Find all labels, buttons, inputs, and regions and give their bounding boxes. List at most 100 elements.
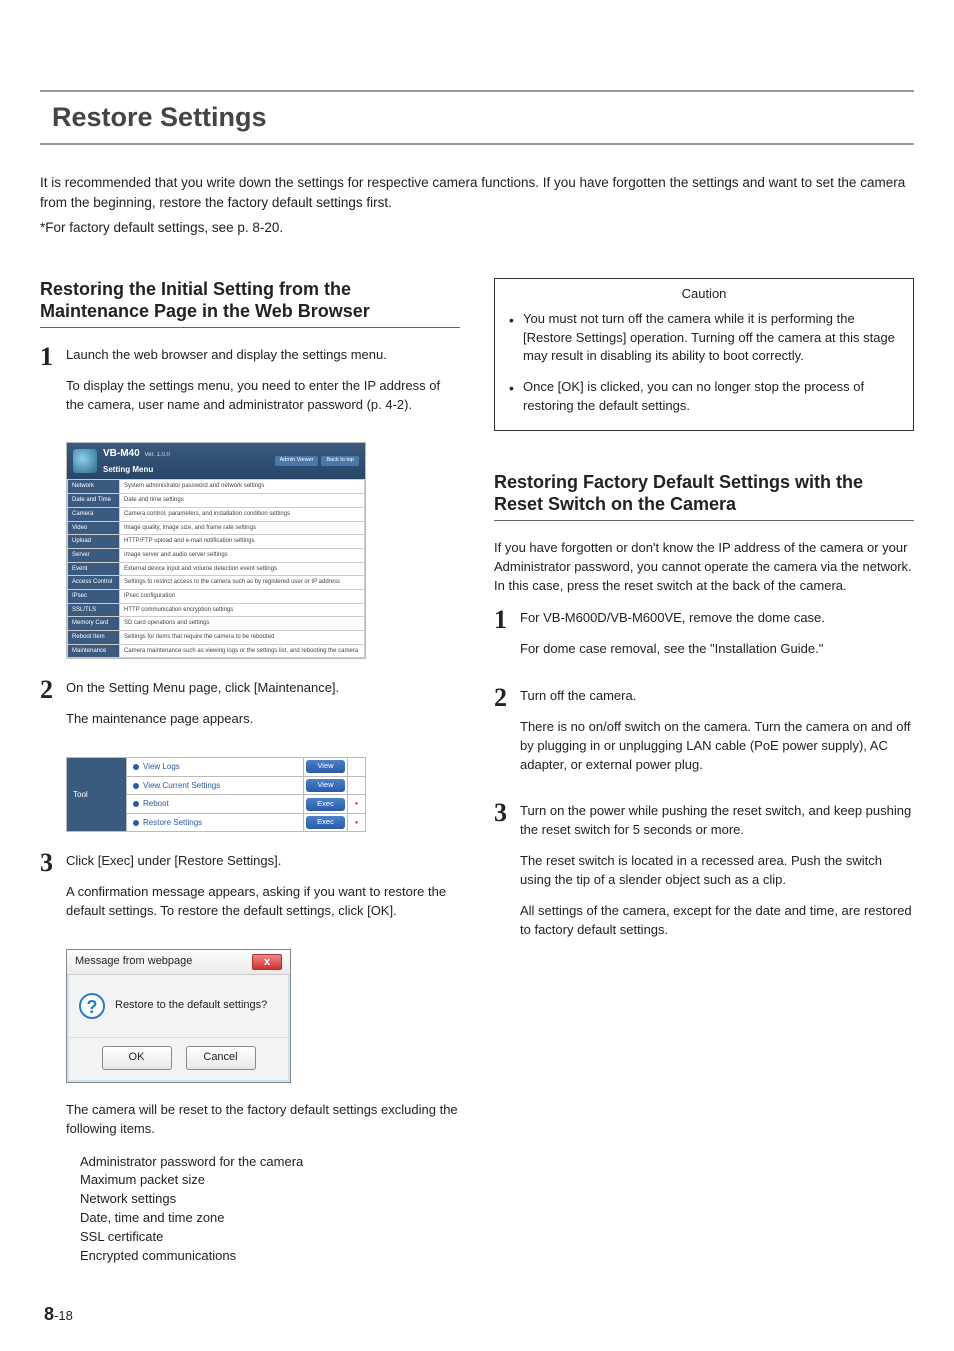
tool-row-indicator: • <box>348 795 366 814</box>
after-dialog-text: The camera will be reset to the factory … <box>66 1101 460 1139</box>
step-subtext: The maintenance page appears. <box>66 710 460 729</box>
page-title: Restore Settings <box>52 98 902 137</box>
menu-row-desc: Image quality, image size, and frame rat… <box>120 521 365 535</box>
menu-row-desc: Date and time settings <box>120 494 365 508</box>
tool-row-indicator <box>348 776 366 795</box>
caution-title: Caution <box>495 279 913 310</box>
step-number: 2 <box>494 685 520 711</box>
page-number: 8-18 <box>44 1301 73 1327</box>
header-button[interactable]: Admin Viewer <box>275 456 319 466</box>
menu-row-key[interactable]: Maintenance <box>68 644 120 658</box>
menu-row-desc: Image server and audio server settings <box>120 548 365 562</box>
menu-row-key[interactable]: Video <box>68 521 120 535</box>
right-column: Caution You must not turn off the camera… <box>494 278 914 1282</box>
step-number: 1 <box>494 607 520 633</box>
menu-row-key[interactable]: Memory Card <box>68 617 120 631</box>
menu-row-desc: Settings to restrict access to the camer… <box>120 576 365 590</box>
caution-item: Once [OK] is clicked, you can no longer … <box>523 378 899 416</box>
left-heading: Restoring the Initial Setting from the M… <box>40 278 460 328</box>
tool-row-indicator: • <box>348 813 366 832</box>
excluded-list: Administrator password for the cameraMax… <box>66 1153 460 1266</box>
tool-lead: Tool <box>67 758 127 832</box>
step-text: For VB-M600D/VB-M600VE, remove the dome … <box>520 609 914 628</box>
settings-menu-screenshot: VB-M40 Ver. 1.0.0 Setting Menu Admin Vie… <box>66 442 366 659</box>
menu-row-desc: SD card operations and settings <box>120 617 365 631</box>
right-intro: If you have forgotten or don't know the … <box>494 539 914 596</box>
menu-row-key[interactable]: Date and Time <box>68 494 120 508</box>
cancel-button[interactable]: Cancel <box>186 1046 256 1070</box>
close-icon[interactable]: x <box>252 954 282 970</box>
step-subtext: There is no on/off switch on the camera.… <box>520 718 914 775</box>
tool-row-name: Reboot <box>127 795 304 814</box>
menu-row-key[interactable]: Reboot Item <box>68 631 120 645</box>
menu-row-key[interactable]: Server <box>68 548 120 562</box>
step-number: 2 <box>40 677 66 703</box>
menu-row-desc: Settings for items that require the came… <box>120 631 365 645</box>
menu-row-key[interactable]: IPsec <box>68 589 120 603</box>
step-subtext: All settings of the camera, except for t… <box>520 902 914 940</box>
step-text: On the Setting Menu page, click [Mainten… <box>66 679 460 698</box>
tool-row-button[interactable]: Exec <box>304 795 348 814</box>
header-button[interactable]: Back to top <box>321 456 359 466</box>
tool-row-button[interactable]: Exec <box>304 813 348 832</box>
step-subtext: A confirmation message appears, asking i… <box>66 883 460 921</box>
list-item: SSL certificate <box>80 1228 460 1247</box>
left-step-2: 2 On the Setting Menu page, click [Maint… <box>40 679 460 741</box>
menu-row-key[interactable]: Access Control <box>68 576 120 590</box>
left-step-3: 3 Click [Exec] under [Restore Settings].… <box>40 852 460 933</box>
intro-text: It is recommended that you write down th… <box>40 173 914 212</box>
caution-item: You must not turn off the camera while i… <box>523 310 899 367</box>
dialog-message: Restore to the default settings? <box>115 998 267 1014</box>
menu-row-key[interactable]: Network <box>68 480 120 494</box>
tool-row-name: View Current Settings <box>127 776 304 795</box>
menu-row-key[interactable]: Upload <box>68 535 120 549</box>
step-text: Launch the web browser and display the s… <box>66 346 460 365</box>
intro-note: *For factory default settings, see p. 8-… <box>40 218 914 238</box>
ok-button[interactable]: OK <box>102 1046 172 1070</box>
dialog-title: Message from webpage <box>75 954 192 970</box>
page-title-bar: Restore Settings <box>40 90 914 145</box>
menu-row-desc: External device input and volume detecti… <box>120 562 365 576</box>
caution-list: You must not turn off the camera while i… <box>495 310 913 430</box>
model-label: VB-M40 <box>103 448 140 459</box>
tool-row-indicator <box>348 758 366 777</box>
menu-row-desc: HTTP/FTP upload and e-mail notification … <box>120 535 365 549</box>
confirm-dialog: Message from webpage x ? Restore to the … <box>66 949 291 1083</box>
right-heading: Restoring Factory Default Settings with … <box>494 471 914 521</box>
settings-menu-table: NetworkSystem administrator password and… <box>67 479 365 658</box>
menu-row-desc: Camera maintenance such as viewing logs … <box>120 644 365 658</box>
step-text: Turn off the camera. <box>520 687 914 706</box>
step-number: 1 <box>40 344 66 370</box>
caution-box: Caution You must not turn off the camera… <box>494 278 914 431</box>
list-item: Administrator password for the camera <box>80 1153 460 1172</box>
step-subtext: For dome case removal, see the "Installa… <box>520 640 914 659</box>
question-icon: ? <box>79 993 105 1019</box>
camera-icon <box>73 449 97 473</box>
menu-row-desc: IPsec configuration <box>120 589 365 603</box>
menu-row-desc: System administrator password and networ… <box>120 480 365 494</box>
menu-row-desc: HTTP communication encryption settings <box>120 603 365 617</box>
menu-row-key[interactable]: Camera <box>68 507 120 521</box>
menu-row-key[interactable]: SSL/TLS <box>68 603 120 617</box>
list-item: Maximum packet size <box>80 1171 460 1190</box>
left-step-1: 1 Launch the web browser and display the… <box>40 346 460 427</box>
list-item: Network settings <box>80 1190 460 1209</box>
version-label: Ver. 1.0.0 <box>145 452 170 458</box>
tool-row-name: Restore Settings <box>127 813 304 832</box>
list-item: Encrypted communications <box>80 1247 460 1266</box>
left-column: Restoring the Initial Setting from the M… <box>40 278 460 1282</box>
step-number: 3 <box>40 850 66 876</box>
step-subtext: The reset switch is located in a recesse… <box>520 852 914 890</box>
menu-label: Setting Menu <box>103 464 269 476</box>
menu-row-key[interactable]: Event <box>68 562 120 576</box>
list-item: Date, time and time zone <box>80 1209 460 1228</box>
right-step-1: 1 For VB-M600D/VB-M600VE, remove the dom… <box>494 609 914 671</box>
right-step-3: 3 Turn on the power while pushing the re… <box>494 802 914 951</box>
tool-row-button[interactable]: View <box>304 758 348 777</box>
menu-row-desc: Camera control, parameters, and installa… <box>120 507 365 521</box>
tool-row-name: View Logs <box>127 758 304 777</box>
tool-row-button[interactable]: View <box>304 776 348 795</box>
right-step-2: 2 Turn off the camera. There is no on/of… <box>494 687 914 786</box>
step-text: Click [Exec] under [Restore Settings]. <box>66 852 460 871</box>
tool-table-screenshot: ToolView LogsViewView Current SettingsVi… <box>66 757 366 832</box>
